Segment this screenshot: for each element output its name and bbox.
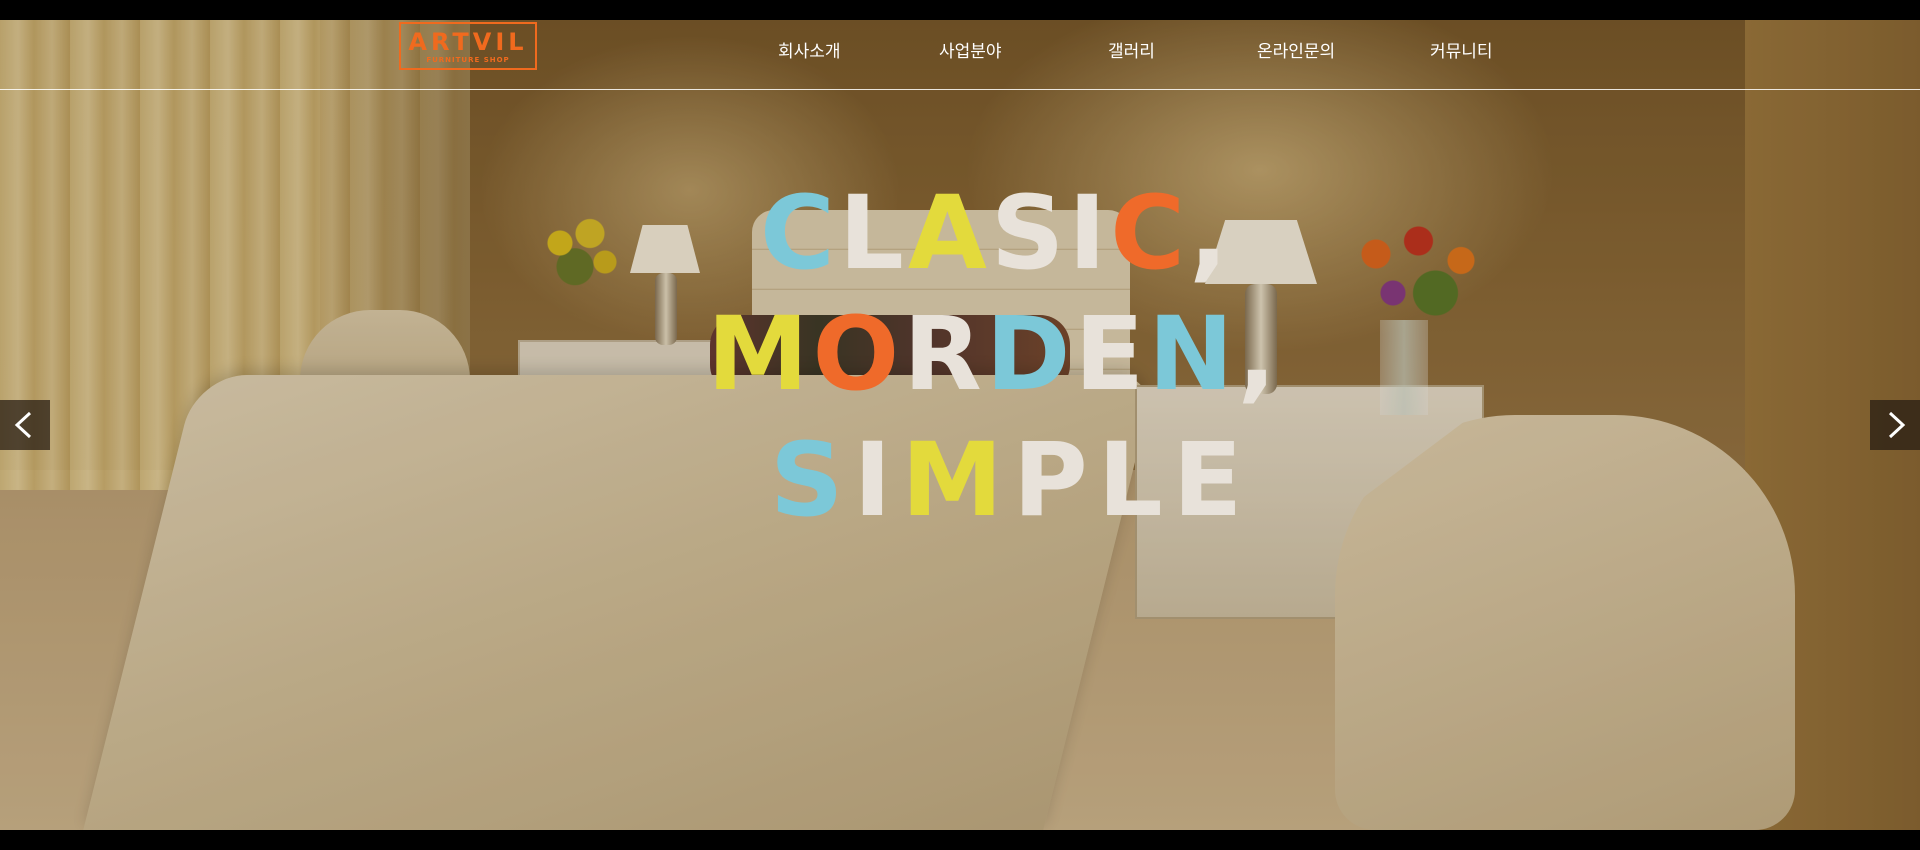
nav-item-gallery[interactable]: 갤러리 [1108,40,1155,64]
site-header: ARTVIL FURNITURE SHOP 회사소개 사업분야 갤러리 온라인문… [0,20,1920,90]
hero-letter: P [1012,421,1098,540]
site-logo[interactable]: ARTVIL FURNITURE SHOP [399,22,537,70]
hero-letter: , [1237,295,1281,414]
hero-letter: E [1172,421,1253,540]
hero-letter: C [1110,174,1190,293]
chevron-left-icon [14,411,32,439]
hero-headline-line3: SIMPLE [770,430,1252,532]
nav-item-community[interactable]: 커뮤니티 [1430,40,1493,64]
hero-letter: M [901,421,1013,540]
hero-letter: R [903,295,986,414]
hero-letter: M [707,295,813,414]
hero-letter: C [760,174,839,293]
hero-letter: A [907,174,991,293]
hero-letter: E [1074,295,1149,414]
hero-letter: I [853,421,902,540]
hero-letter: S [770,421,854,540]
hero-headline-line2: MORDEN, [707,304,1280,406]
hero-letter: I [1068,174,1111,293]
hero-letter: O [812,295,904,414]
hero-letter: L [1097,421,1173,540]
nav-item-inquiry[interactable]: 온라인문의 [1257,40,1335,64]
slider-next-button[interactable] [1870,400,1920,450]
logo-title: ARTVIL [408,28,528,56]
hero-letter: L [838,174,908,293]
hero-letter: N [1148,295,1238,414]
hero-letter: S [990,174,1069,293]
hero-letter: D [985,295,1075,414]
chevron-right-icon [1888,411,1906,439]
hero-letter: , [1189,174,1232,293]
slider-prev-button[interactable] [0,400,50,450]
logo-subtitle: FURNITURE SHOP [426,56,510,64]
nav-item-business[interactable]: 사업분야 [939,40,1002,64]
hero-headline-line1: CLASIC, [760,183,1232,285]
nav-item-company[interactable]: 회사소개 [778,40,841,64]
